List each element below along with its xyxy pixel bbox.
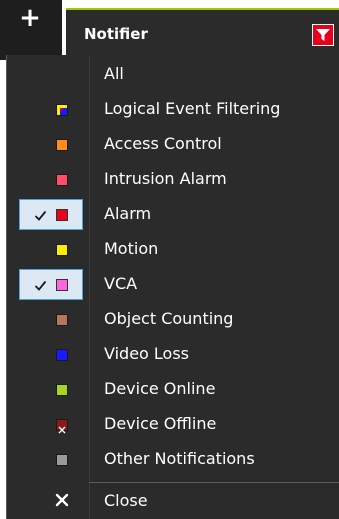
menu-item-label: Object Counting	[104, 309, 234, 328]
menu-item-intrusion-alarm[interactable]: Intrusion Alarm	[7, 162, 339, 197]
close-icon	[55, 493, 69, 507]
menu-item-label: Motion	[104, 239, 159, 258]
alarm-color-icon	[56, 209, 68, 221]
menu-item-label: Video Loss	[104, 344, 190, 363]
close-menu-item[interactable]: Close	[7, 484, 339, 519]
device-offline-color-icon	[56, 419, 68, 434]
menu-item-other-notifications[interactable]: Other Notifications	[7, 442, 339, 477]
menu-item-object-counting[interactable]: Object Counting	[7, 302, 339, 337]
menu-item-label: Intrusion Alarm	[104, 169, 227, 188]
menu-item-label: Alarm	[104, 204, 152, 223]
top-bar: + Notifier	[0, 0, 339, 60]
checkmark-icon	[34, 210, 47, 221]
access-control-color-icon	[56, 139, 68, 151]
menu-item-alarm[interactable]: Alarm	[7, 197, 339, 232]
menu-item-video-loss[interactable]: Video Loss	[7, 337, 339, 372]
motion-color-icon	[56, 244, 68, 256]
close-label: Close	[104, 491, 148, 510]
vca-color-icon	[56, 279, 68, 291]
menu-item-all[interactable]: All	[7, 57, 339, 92]
filter-icon[interactable]	[312, 24, 334, 46]
menu-item-label: Device Online	[104, 379, 216, 398]
object-counting-color-icon	[56, 314, 68, 326]
menu-item-label: Other Notifications	[104, 449, 255, 468]
menu-item-vca[interactable]: VCA	[7, 267, 339, 302]
notifier-filter-menu: All Logical Event Filtering Access Control…	[6, 55, 339, 519]
menu-item-access-control[interactable]: Access Control	[7, 127, 339, 162]
menu-item-label: All	[104, 64, 124, 83]
plus-icon: +	[19, 3, 41, 33]
notifier-header[interactable]: Notifier	[66, 8, 339, 60]
menu-item-label: VCA	[104, 274, 138, 293]
add-button[interactable]: +	[0, 0, 62, 60]
menu-item-device-offline[interactable]: Device Offline	[7, 407, 339, 442]
menu-item-logical-event-filtering[interactable]: Logical Event Filtering	[7, 92, 339, 127]
video-loss-color-icon	[56, 349, 68, 361]
device-online-color-icon	[56, 384, 68, 396]
checked-highlight	[19, 269, 83, 300]
menu-item-device-online[interactable]: Device Online	[7, 372, 339, 407]
menu-item-label: Logical Event Filtering	[104, 99, 281, 118]
intrusion-alarm-color-icon	[56, 174, 68, 186]
menu-item-label: Device Offline	[104, 414, 217, 433]
menu-item-label: Access Control	[104, 134, 222, 153]
checkmark-icon	[34, 280, 47, 291]
other-notifications-color-icon	[56, 454, 68, 466]
menu-item-motion[interactable]: Motion	[7, 232, 339, 267]
header-title: Notifier	[84, 25, 148, 43]
logical-event-filtering-color-icon	[56, 104, 68, 116]
menu-divider	[89, 482, 339, 483]
checked-highlight	[19, 199, 83, 230]
